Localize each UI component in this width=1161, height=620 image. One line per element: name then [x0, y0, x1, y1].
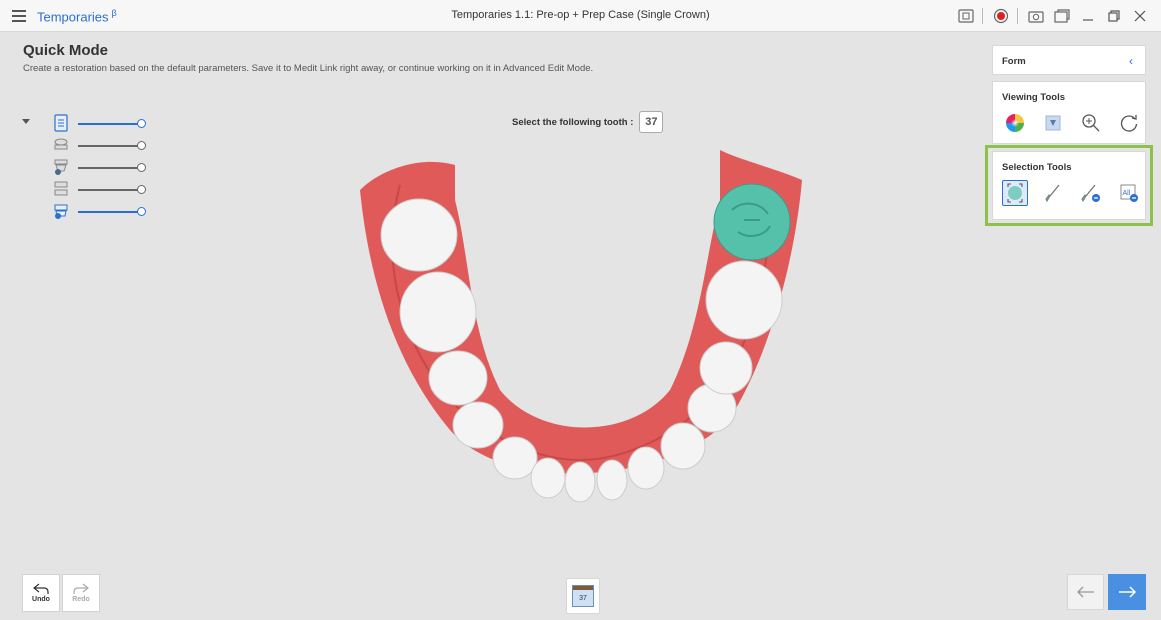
tooth-selection-prompt: Select the following tooth : 37	[512, 111, 664, 133]
tooth-canine[interactable]	[660, 422, 706, 470]
next-button[interactable]	[1108, 574, 1146, 610]
tooth-incisor[interactable]	[627, 446, 665, 490]
slider-knob[interactable]	[137, 141, 146, 150]
form-panel[interactable]: Form ‹	[992, 45, 1146, 75]
arrow-right-icon	[1119, 586, 1137, 598]
layer-opacity-slider[interactable]	[78, 163, 146, 172]
tooth-incisor[interactable]	[530, 457, 566, 499]
record-icon[interactable]	[990, 6, 1012, 26]
tooth-molar[interactable]	[399, 271, 477, 353]
brush-select-icon[interactable]	[1040, 180, 1066, 206]
redo-button[interactable]: Redo	[62, 574, 100, 612]
select-tooth-label: Select the following tooth :	[512, 116, 634, 128]
slider-knob[interactable]	[137, 163, 146, 172]
tooth-premolar[interactable]	[452, 401, 504, 449]
tooth-37-label: 37	[579, 595, 587, 602]
smart-select-icon[interactable]	[1002, 180, 1028, 206]
tooth-premolar[interactable]	[428, 350, 488, 406]
deselect-all-icon[interactable]: All	[1116, 180, 1142, 206]
tooth-canine[interactable]	[492, 436, 538, 480]
app-name: Temporaries β	[37, 8, 117, 25]
tooth-number-badge: 37	[639, 111, 664, 133]
deselect-all-label: All	[1123, 190, 1131, 197]
tooth-incisor[interactable]	[596, 459, 628, 501]
hamburger-menu-icon[interactable]	[12, 10, 26, 22]
tooth-icon: 37	[572, 585, 594, 607]
color-wheel-icon[interactable]	[1002, 110, 1028, 136]
texture-icon[interactable]	[1040, 110, 1066, 136]
undo-label: Undo	[32, 596, 50, 603]
divider	[1017, 8, 1018, 24]
undo-icon	[33, 583, 49, 594]
title-bar: Temporaries β Temporaries 1.1: Pre-op + P…	[0, 0, 1161, 32]
antagonist-scan-icon[interactable]	[54, 180, 68, 198]
page-header: Quick Mode Create a restoration based on…	[23, 42, 593, 74]
tooth-molar[interactable]	[380, 198, 458, 272]
page-title: Quick Mode	[23, 42, 109, 59]
layer-opacity-slider[interactable]	[78, 185, 146, 194]
slider-knob[interactable]	[137, 185, 146, 194]
tooth-37-button[interactable]: 37	[566, 578, 600, 614]
tooth-incisor[interactable]	[564, 461, 596, 503]
close-icon[interactable]	[1129, 6, 1151, 26]
undo-redo-group: Undo Redo	[22, 574, 102, 612]
redo-label: Redo	[72, 596, 90, 603]
layer-opacity-slider[interactable]	[78, 141, 146, 150]
layer-opacity-slider[interactable]	[78, 119, 146, 128]
form-panel-title: Form	[1002, 56, 1026, 67]
undo-button[interactable]: Undo	[22, 574, 60, 612]
viewing-tools-panel: Viewing Tools	[992, 81, 1146, 144]
camera-icon[interactable]	[1025, 6, 1047, 26]
selection-tools-panel: Selection Tools All	[992, 151, 1146, 220]
minimize-icon[interactable]	[1077, 6, 1099, 26]
maximize-icon[interactable]	[1103, 6, 1125, 26]
tooth-premolar[interactable]	[699, 341, 753, 395]
screen-capture-icon[interactable]	[955, 6, 977, 26]
restoration-icon[interactable]	[54, 202, 68, 220]
selection-tools: All	[1002, 180, 1154, 206]
jaw-3d-view[interactable]	[340, 140, 820, 520]
divider	[982, 8, 983, 24]
redo-icon	[73, 583, 89, 594]
window-layout-icon[interactable]	[1051, 6, 1073, 26]
slider-knob[interactable]	[137, 119, 146, 128]
brush-deselect-icon[interactable]	[1078, 180, 1104, 206]
viewing-tools	[1002, 110, 1154, 136]
selected-tooth-37[interactable]	[713, 183, 791, 261]
titlebar-controls	[951, 6, 1151, 26]
slider-knob[interactable]	[137, 207, 146, 216]
rotate-icon[interactable]	[1116, 110, 1142, 136]
viewing-tools-title: Viewing Tools	[1002, 92, 1065, 103]
collapse-caret-icon[interactable]	[22, 119, 30, 124]
arrow-left-icon	[1076, 586, 1094, 598]
prep-scan-icon[interactable]	[54, 136, 68, 154]
layer-opacity-slider[interactable]	[78, 207, 146, 216]
scan-data-icon[interactable]	[54, 114, 68, 132]
beta-badge: β	[111, 8, 117, 18]
selection-tools-title: Selection Tools	[1002, 162, 1072, 173]
pre-op-scan-icon[interactable]	[54, 158, 68, 176]
tooth-molar[interactable]	[705, 260, 783, 340]
previous-button[interactable]	[1067, 574, 1104, 610]
zoom-icon[interactable]	[1078, 110, 1104, 136]
page-description: Create a restoration based on the defaul…	[23, 63, 594, 74]
chevron-left-icon[interactable]: ‹	[1129, 54, 1133, 68]
